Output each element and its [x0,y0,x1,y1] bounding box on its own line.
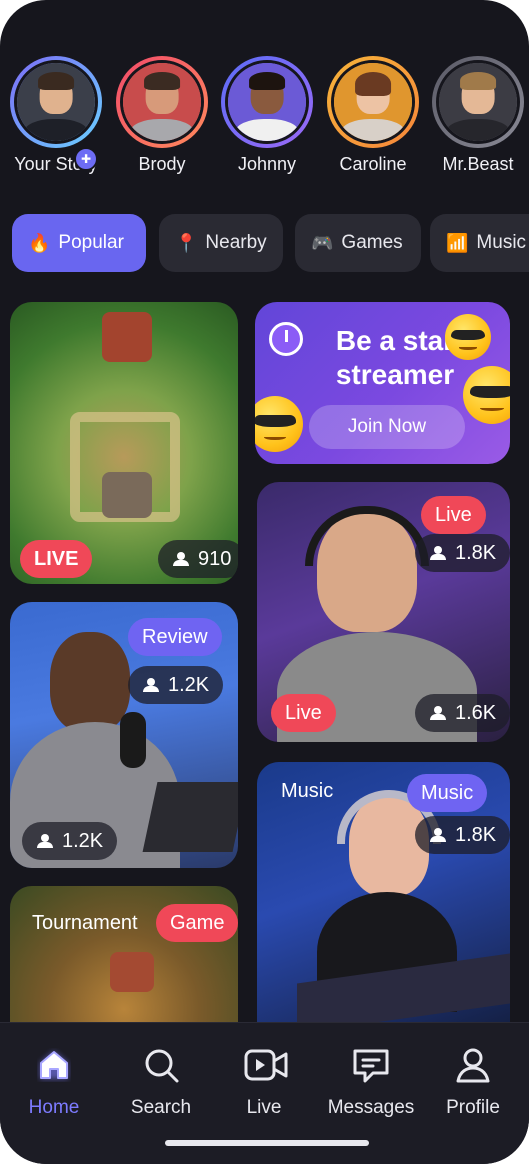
music-label: Music [281,780,334,802]
viewer-count: 910 [158,540,238,578]
story-ring [116,56,208,148]
story-name: Caroline [339,154,407,174]
game-badge: Game [156,904,238,942]
nav-label: Search [130,1097,192,1118]
avatar [14,60,98,144]
stories-row: ✚ Your Story Brody Johnny Caroline Mr.Be… [0,56,529,186]
story-name: Brody [138,154,186,174]
location-pin-icon: 📍 [175,232,198,253]
nav-messages[interactable]: Messages [321,1045,421,1119]
tab-label: Music [476,232,527,253]
game-tower [110,952,154,992]
nav-label: Messages [327,1097,415,1118]
viewers-icon [429,706,447,720]
viewers-icon [36,834,54,848]
viewer-count-value: 1.6K [455,701,497,724]
add-story-icon[interactable]: ✚ [74,147,98,171]
live-badge: Live [271,694,336,732]
story-name: Mr.Beast [442,154,514,174]
reviewer-figure [50,632,130,732]
home-indicator[interactable] [165,1140,369,1146]
nav-label: Home [28,1097,80,1118]
live-badge-top: Live [421,496,486,534]
viewers-icon [429,546,447,560]
music-badge: Music [407,774,488,812]
app-screen: ✚ Your Story Brody Johnny Caroline Mr.Be… [0,0,529,1164]
sunglasses-emoji-icon [463,366,510,424]
viewer-count-value: 1.8K [455,541,497,564]
sunglasses-emoji-icon [445,314,491,360]
game-tower [102,472,152,518]
avatar [436,60,520,144]
nav-profile[interactable]: Profile [423,1045,523,1119]
laptop [142,782,238,852]
viewer-count-top: 1.2K [128,666,224,704]
tournament-label: Tournament [32,912,138,934]
viewer-count-value: 1.8K [455,823,497,846]
tab-music[interactable]: 📶 Music [430,214,529,272]
viewer-count-value: 1.2K [62,829,104,852]
tab-label: Popular [58,232,124,253]
tab-label: Nearby [205,232,267,253]
join-now-button[interactable]: Join Now [309,405,465,449]
stream-card-music[interactable]: Music Music 1.8K [257,762,510,1062]
avatar [225,60,309,144]
review-badge: Review [128,618,222,656]
story-ring [221,56,313,148]
tab-games[interactable]: 🎮 Games [295,214,421,272]
headphones-icon [305,506,429,566]
microphone-icon [120,712,146,768]
avatar [120,60,204,144]
story-your-story[interactable]: ✚ Your Story [10,56,102,175]
story-brody[interactable]: Brody [116,56,208,175]
stream-card-game[interactable]: LIVE 910 [10,302,238,584]
gamepad-icon: 🎮 [311,232,334,253]
nav-label: Profile [446,1097,500,1118]
nav-home[interactable]: Home [4,1045,104,1119]
tab-popular[interactable]: 🔥 Popular [12,214,146,272]
live-badge: LIVE [20,540,93,578]
nav-live[interactable]: Live [214,1045,314,1119]
viewers-icon [429,828,447,842]
viewers-icon [172,552,190,566]
category-tabs: 🔥 Popular 📍 Nearby 🎮 Games 📶 Music [12,214,529,272]
avatar [331,60,415,144]
story-mr-beast[interactable]: Mr.Beast [432,56,524,175]
viewer-count-value: 1.2K [168,673,210,696]
tab-nearby[interactable]: 📍 Nearby [159,214,283,272]
viewers-icon [142,678,160,692]
viewer-count: 1.6K [415,694,510,732]
story-ring [327,56,419,148]
stream-card-streamer[interactable]: Live 1.8K Live 1.6K [257,482,510,742]
tab-label: Games [341,232,403,253]
viewer-count: 1.8K [415,816,510,854]
story-name: Johnny [237,154,297,174]
story-ring [10,56,102,148]
fire-icon: 🔥 [28,232,51,253]
sunglasses-emoji-icon [255,396,303,452]
clock-icon [269,322,303,356]
viewer-count-top: 1.8K [415,534,510,572]
message-icon [351,1045,391,1085]
promo-banner: Be a star streamer Join Now [255,302,510,464]
viewer-count: 1.2K [22,822,118,860]
home-icon [34,1045,74,1085]
profile-icon [453,1045,493,1085]
story-johnny[interactable]: Johnny [221,56,313,175]
stream-card-review[interactable]: Review 1.2K 1.2K [10,602,238,868]
viewer-count-value: 910 [198,547,232,570]
nav-label: Live [246,1097,282,1118]
story-ring [432,56,524,148]
video-icon [244,1045,288,1085]
search-icon [141,1045,181,1085]
nav-search[interactable]: Search [111,1045,211,1119]
story-caroline[interactable]: Caroline [327,56,419,175]
music-bars-icon: 📶 [446,232,469,253]
game-tower [102,312,152,362]
